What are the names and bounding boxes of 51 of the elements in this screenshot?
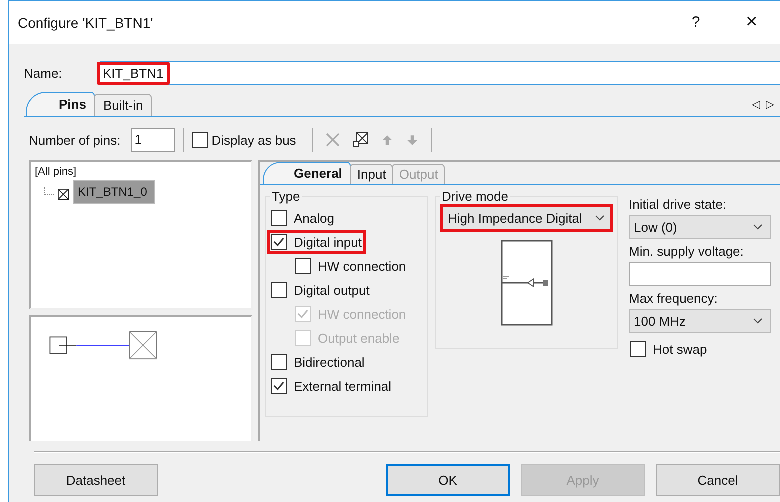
checkbox-label: HW connection [318,258,406,274]
checkbox[interactable] [630,341,646,357]
dropdown[interactable]: Low (0) [629,215,771,239]
chevron-down-icon [753,318,763,324]
checkbox-label: Hot swap [653,342,708,356]
checkbox[interactable] [271,282,287,298]
checkbox-label: Display as bus [212,132,296,148]
tab-scroll-button[interactable]: ▷ [766,98,774,110]
name-value: KIT_BTN1 [97,62,170,84]
checkbox-label: Digital output [294,282,370,298]
tab[interactable]: Input [350,164,394,184]
name-field[interactable]: KIT_BTN1 [100,61,780,85]
checkbox[interactable] [271,210,287,226]
checkbox-label: Digital input [294,234,362,250]
tree-item[interactable]: KIT_BTN1_0 [73,180,156,204]
field-label: Max frequency: [629,291,719,306]
dialog-button[interactable]: Datasheet [34,464,158,496]
chevron-down-icon [595,215,605,221]
checkbox[interactable] [192,132,208,148]
pins-count-field[interactable]: 1 [130,128,175,152]
tree-root-item[interactable]: [All pins] [35,166,77,178]
group-title: Drive mode [441,189,510,204]
pin-icon [58,189,69,200]
tab-scroll-button[interactable]: ◁ [752,98,760,110]
dialog-button[interactable]: OK [386,464,510,496]
checkbox[interactable] [295,258,311,274]
add-pin-icon[interactable] [353,132,370,148]
checkbox[interactable] [271,378,287,394]
checkbox-label: Analog [294,210,334,226]
chevron-down-icon [753,224,763,230]
drive-mode-dropdown[interactable]: High Impedance Digital [440,204,613,232]
checkbox[interactable] [271,234,287,250]
checkbox-label: External terminal [294,378,392,394]
field-label: Min. supply voltage: [629,244,745,259]
checkbox-label: Bidirectional [294,354,365,370]
tab[interactable]: Pins [26,92,96,116]
field-label: Initial drive state: [629,197,728,212]
checkbox[interactable] [271,354,287,370]
checkbox-label: Output enable [318,330,400,346]
name-label: Name: [24,66,64,80]
window-title: Configure 'KIT_BTN1' [18,14,154,30]
help-button[interactable]: ? [668,14,724,31]
close-button[interactable]: × [724,11,780,34]
dialog-button[interactable]: Cancel [656,464,780,496]
checkbox-label: HW connection [318,306,406,322]
group-title: Type [271,189,302,204]
tab[interactable]: Built-in [94,94,152,116]
dropdown[interactable]: 100 MHz [629,309,771,333]
pins-label: Number of pins: [29,132,121,148]
input-field[interactable] [629,262,771,286]
tab[interactable]: General [263,162,352,184]
